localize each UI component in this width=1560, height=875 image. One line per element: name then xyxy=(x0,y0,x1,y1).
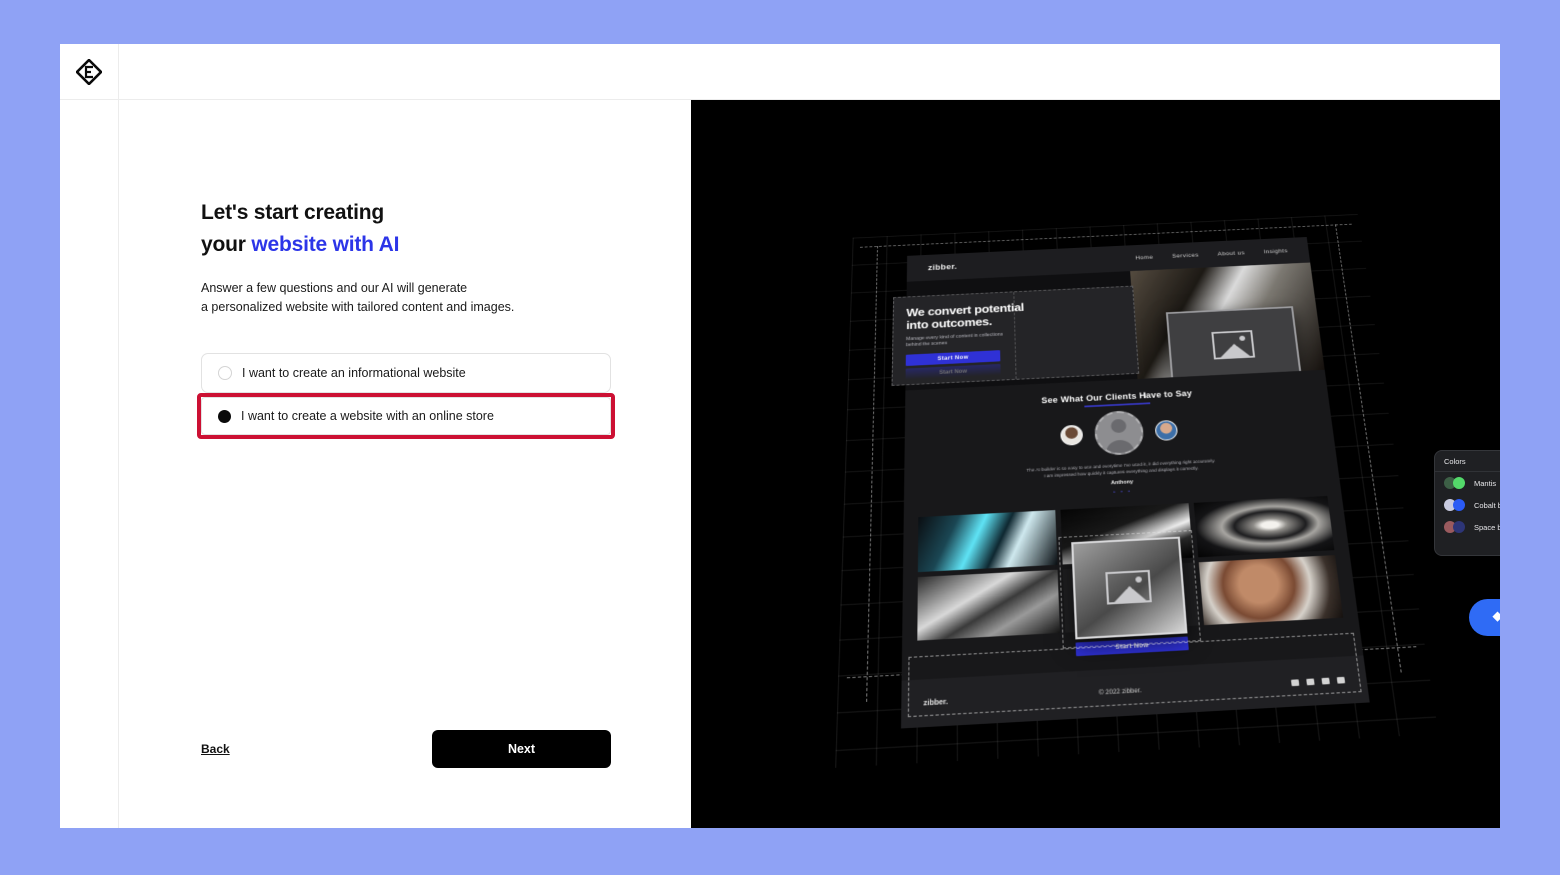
top-bar xyxy=(60,44,1500,100)
color-option-cobalt-blue[interactable]: Cobalt blue ✓ xyxy=(1435,494,1500,516)
color-label-cobalt-blue: Cobalt blue xyxy=(1474,500,1500,510)
mock-footer-social-links xyxy=(1290,676,1346,687)
mock-testimonials-section: See What Our Clients Have to Say The AI … xyxy=(903,369,1342,515)
preview-scene: zibber. Home Services About us Insights xyxy=(691,100,1500,828)
mock-gallery-section: Start Now xyxy=(902,495,1362,668)
mock-nav-insights[interactable]: Insights xyxy=(1263,248,1288,255)
image-placeholder-icon xyxy=(1211,330,1256,360)
swatch-mantis xyxy=(1444,477,1466,489)
badge-colors[interactable]: Colors xyxy=(1469,599,1500,636)
youtube-icon[interactable] xyxy=(1336,676,1346,684)
dribbble-icon[interactable] xyxy=(1321,677,1330,685)
next-button[interactable]: Next xyxy=(432,730,611,768)
option-informational-website[interactable]: I want to create an informational websit… xyxy=(201,353,611,393)
form-footer: Back Next xyxy=(201,730,611,768)
options-group: I want to create an informational websit… xyxy=(197,353,615,439)
app-window: Let's start creating your website with A… xyxy=(60,44,1500,828)
gallery-image-6 xyxy=(1199,555,1344,626)
mock-nav-services[interactable]: Services xyxy=(1172,252,1199,259)
page-title-accent: website with AI xyxy=(251,233,400,256)
left-rail xyxy=(60,100,119,828)
page-subtitle: Answer a few questions and our AI will g… xyxy=(201,279,611,317)
colors-panel-title: Colors xyxy=(1444,456,1466,466)
logo-cell[interactable] xyxy=(60,44,119,99)
twitter-icon[interactable] xyxy=(1290,679,1300,687)
mock-hero-guides xyxy=(891,285,1140,386)
avatar-small-right[interactable] xyxy=(1154,419,1179,441)
website-mockup-3d: zibber. Home Services About us Insights xyxy=(835,214,1439,769)
option-online-store-wrapper: I want to create a website with an onlin… xyxy=(197,393,615,439)
swatch-space-blue xyxy=(1444,521,1466,533)
instagram-icon[interactable] xyxy=(1306,678,1315,686)
content-area: Let's start creating your website with A… xyxy=(60,100,1500,828)
mock-footer-copyright: © 2022 zibber. xyxy=(1098,687,1142,697)
color-option-mantis[interactable]: Mantis xyxy=(1435,472,1500,494)
form-pane: Let's start creating your website with A… xyxy=(119,100,691,828)
color-label-space-blue: Space blue xyxy=(1474,522,1500,532)
mock-site-nav: Home Services About us Insights xyxy=(1135,248,1288,261)
mock-brand-logo: zibber. xyxy=(927,262,958,272)
color-label-mantis: Mantis xyxy=(1474,478,1497,488)
back-button[interactable]: Back xyxy=(201,742,230,756)
colors-panel-header: Colors xyxy=(1435,451,1500,472)
mock-nav-home[interactable]: Home xyxy=(1135,254,1153,260)
gallery-image-1 xyxy=(917,510,1058,573)
option-label-online-store: I want to create a website with an onlin… xyxy=(241,408,494,423)
subtitle-line-1: Answer a few questions and our AI will g… xyxy=(201,281,468,295)
option-informational-website-wrapper: I want to create an informational websit… xyxy=(201,353,611,393)
paint-bucket-icon xyxy=(1492,611,1500,622)
radio-informational-website[interactable] xyxy=(218,366,232,380)
diamond-logo-icon xyxy=(76,58,102,85)
radio-online-store[interactable] xyxy=(218,409,231,423)
mock-nav-about-us[interactable]: About us xyxy=(1217,250,1245,257)
mock-website-page: zibber. Home Services About us Insights xyxy=(891,236,1370,729)
avatar-small-left[interactable] xyxy=(1060,424,1084,446)
gallery-image-5 xyxy=(1062,562,1200,633)
gallery-image-4 xyxy=(917,569,1061,641)
colors-panel: Colors Mantis Cobalt blue ✓ Space xyxy=(1434,450,1500,556)
gallery-image-2 xyxy=(1060,503,1194,565)
gallery-placeholder-guides xyxy=(1058,530,1202,649)
top-bar-empty-area xyxy=(119,44,1500,99)
subtitle-line-2: a personalized website with tailored con… xyxy=(201,300,515,314)
form-wrapper: Let's start creating your website with A… xyxy=(197,197,615,439)
mock-testimonial-quote-line1: The AI builder is so easy to use and eve… xyxy=(1026,458,1216,473)
mock-testimonials-underline xyxy=(1084,402,1151,408)
page-title-line1: Let's start creating xyxy=(201,201,385,224)
page-title-line2-prefix: your xyxy=(201,233,252,256)
option-online-store[interactable]: I want to create a website with an onlin… xyxy=(201,397,611,435)
mock-gallery-row-bottom xyxy=(917,555,1344,641)
swatch-cobalt-blue xyxy=(1444,499,1466,511)
color-option-space-blue[interactable]: Space blue xyxy=(1435,516,1500,538)
mock-footer-brand: zibber. xyxy=(923,698,948,708)
gallery-image-3 xyxy=(1194,495,1335,558)
avatar-main[interactable] xyxy=(1093,409,1145,457)
mock-gallery-row-top xyxy=(917,495,1335,573)
mock-hero-section: We convert potential into outcomes. Mana… xyxy=(891,262,1325,391)
option-label-informational-website: I want to create an informational websit… xyxy=(242,365,466,380)
preview-pane: zibber. Home Services About us Insights xyxy=(691,100,1500,828)
page-title: Let's start creating your website with A… xyxy=(201,197,611,261)
